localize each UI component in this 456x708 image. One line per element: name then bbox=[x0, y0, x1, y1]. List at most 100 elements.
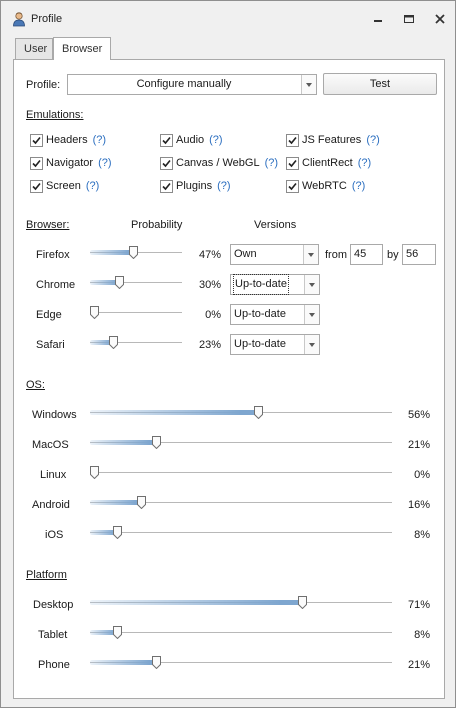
probability-header: Probability bbox=[131, 219, 183, 231]
maximize-button[interactable] bbox=[399, 11, 419, 27]
plugins-help-link[interactable]: (?) bbox=[217, 180, 230, 192]
platform-desktop-slider-fill bbox=[90, 600, 302, 605]
canvas-webgl-checkbox[interactable] bbox=[160, 157, 173, 170]
plugins-label-text: Plugins bbox=[176, 180, 213, 192]
chrome-label: Chrome bbox=[36, 279, 76, 291]
tab-browser-label: Browser bbox=[62, 43, 103, 55]
browser-header: Browser: bbox=[26, 219, 70, 231]
navigator-help-link[interactable]: (?) bbox=[98, 157, 111, 169]
checkmark-icon bbox=[32, 182, 41, 191]
platform-desktop-label: Desktop bbox=[33, 599, 74, 611]
checkmark-icon bbox=[162, 159, 171, 168]
close-button[interactable] bbox=[430, 11, 450, 27]
minimize-button[interactable] bbox=[368, 11, 388, 27]
tab-user[interactable]: User bbox=[15, 38, 53, 60]
edge-slider[interactable] bbox=[90, 305, 182, 321]
os-android-slider-thumb[interactable] bbox=[137, 496, 146, 510]
clientrect-checkbox[interactable] bbox=[286, 157, 299, 170]
platform-desktop-slider[interactable] bbox=[90, 595, 392, 611]
checkmark-icon bbox=[32, 159, 41, 168]
profile-select-value: Configure manually bbox=[136, 78, 232, 90]
chrome-slider[interactable] bbox=[90, 275, 182, 291]
os-macos-slider-thumb[interactable] bbox=[152, 436, 161, 450]
os-macos-slider-fill bbox=[90, 440, 156, 445]
screen-checkbox[interactable] bbox=[30, 180, 43, 193]
by-label: by bbox=[387, 249, 399, 261]
webrtc-help-link[interactable]: (?) bbox=[352, 180, 365, 192]
headers-label: Headers (?) bbox=[46, 134, 106, 146]
firefox-slider-thumb[interactable] bbox=[129, 246, 138, 260]
version-by-input[interactable]: 56 bbox=[402, 244, 436, 265]
os-windows-slider-thumb[interactable] bbox=[254, 406, 263, 420]
os-windows-slider-fill bbox=[90, 410, 258, 415]
os-windows-slider[interactable] bbox=[90, 405, 392, 421]
firefox-label: Firefox bbox=[36, 249, 70, 261]
chrome-version-value: Up-to-date bbox=[233, 274, 289, 295]
headers-checkbox[interactable] bbox=[30, 134, 43, 147]
chevron-down-icon bbox=[304, 335, 319, 354]
audio-checkbox[interactable] bbox=[160, 134, 173, 147]
webrtc-label-text: WebRTC bbox=[302, 180, 347, 192]
clientrect-help-link[interactable]: (?) bbox=[358, 157, 371, 169]
firefox-version-select[interactable]: Own bbox=[230, 244, 319, 265]
platform-tablet-percent: 8% bbox=[414, 629, 430, 641]
safari-version-select[interactable]: Up-to-date bbox=[230, 334, 320, 355]
os-ios-percent: 8% bbox=[414, 529, 430, 541]
screen-help-link[interactable]: (?) bbox=[86, 180, 99, 192]
test-button[interactable]: Test bbox=[323, 73, 437, 95]
platform-phone-label: Phone bbox=[38, 659, 70, 671]
plugins-checkbox[interactable] bbox=[160, 180, 173, 193]
platform-desktop-percent: 71% bbox=[407, 599, 430, 611]
safari-slider[interactable] bbox=[90, 335, 182, 351]
checkmark-icon bbox=[288, 159, 297, 168]
platform-phone-slider[interactable] bbox=[90, 655, 392, 671]
os-macos-slider[interactable] bbox=[90, 435, 392, 451]
platform-desktop-slider-thumb[interactable] bbox=[298, 596, 307, 610]
platform-phone-slider-thumb[interactable] bbox=[152, 656, 161, 670]
os-header: OS: bbox=[26, 379, 45, 391]
edge-version-value: Up-to-date bbox=[234, 308, 286, 320]
os-linux-slider-thumb[interactable] bbox=[90, 466, 99, 480]
screen-label: Screen (?) bbox=[46, 180, 99, 192]
platform-tablet-slider-thumb[interactable] bbox=[113, 626, 122, 640]
js-features-label: JS Features (?) bbox=[302, 134, 380, 146]
os-linux-percent: 0% bbox=[414, 469, 430, 481]
canvas-webgl-help-link[interactable]: (?) bbox=[265, 157, 278, 169]
platform-phone-slider-fill bbox=[90, 660, 156, 665]
edge-slider-track bbox=[90, 312, 182, 313]
js-features-label-text: JS Features bbox=[302, 134, 362, 146]
os-linux-slider[interactable] bbox=[90, 465, 392, 481]
platform-phone-percent: 21% bbox=[407, 659, 430, 671]
os-android-slider[interactable] bbox=[90, 495, 392, 511]
title-bar[interactable]: Profile bbox=[1, 1, 455, 37]
audio-help-link[interactable]: (?) bbox=[209, 134, 222, 146]
firefox-slider[interactable] bbox=[90, 245, 182, 261]
firefox-slider-fill bbox=[90, 250, 133, 255]
plugins-label: Plugins (?) bbox=[176, 180, 231, 192]
platform-tablet-slider[interactable] bbox=[90, 625, 392, 641]
safari-slider-thumb[interactable] bbox=[109, 336, 118, 350]
versions-header: Versions bbox=[254, 219, 297, 231]
chrome-version-select[interactable]: Up-to-date bbox=[230, 274, 320, 295]
firefox-percent: 47% bbox=[198, 249, 221, 261]
chrome-slider-thumb[interactable] bbox=[115, 276, 124, 290]
os-ios-slider-thumb[interactable] bbox=[113, 526, 122, 540]
webrtc-checkbox[interactable] bbox=[286, 180, 299, 193]
profile-select[interactable]: Configure manually bbox=[67, 74, 317, 95]
os-ios-slider[interactable] bbox=[90, 525, 392, 541]
js-features-help-link[interactable]: (?) bbox=[366, 134, 379, 146]
navigator-checkbox[interactable] bbox=[30, 157, 43, 170]
edge-slider-thumb[interactable] bbox=[90, 306, 99, 320]
platform-tablet-label: Tablet bbox=[38, 629, 68, 641]
checkmark-icon bbox=[162, 182, 171, 191]
chevron-down-icon bbox=[304, 305, 319, 324]
tab-browser[interactable]: Browser bbox=[53, 37, 111, 60]
profile-window: Profile User Browser Profile: Configure … bbox=[0, 0, 456, 708]
screen-label-text: Screen bbox=[46, 180, 81, 192]
tab-user-label: User bbox=[24, 43, 48, 55]
edge-version-select[interactable]: Up-to-date bbox=[230, 304, 320, 325]
js-features-checkbox[interactable] bbox=[286, 134, 299, 147]
os-windows-percent: 56% bbox=[407, 409, 430, 421]
version-from-input[interactable]: 45 bbox=[350, 244, 383, 265]
headers-help-link[interactable]: (?) bbox=[93, 134, 106, 146]
